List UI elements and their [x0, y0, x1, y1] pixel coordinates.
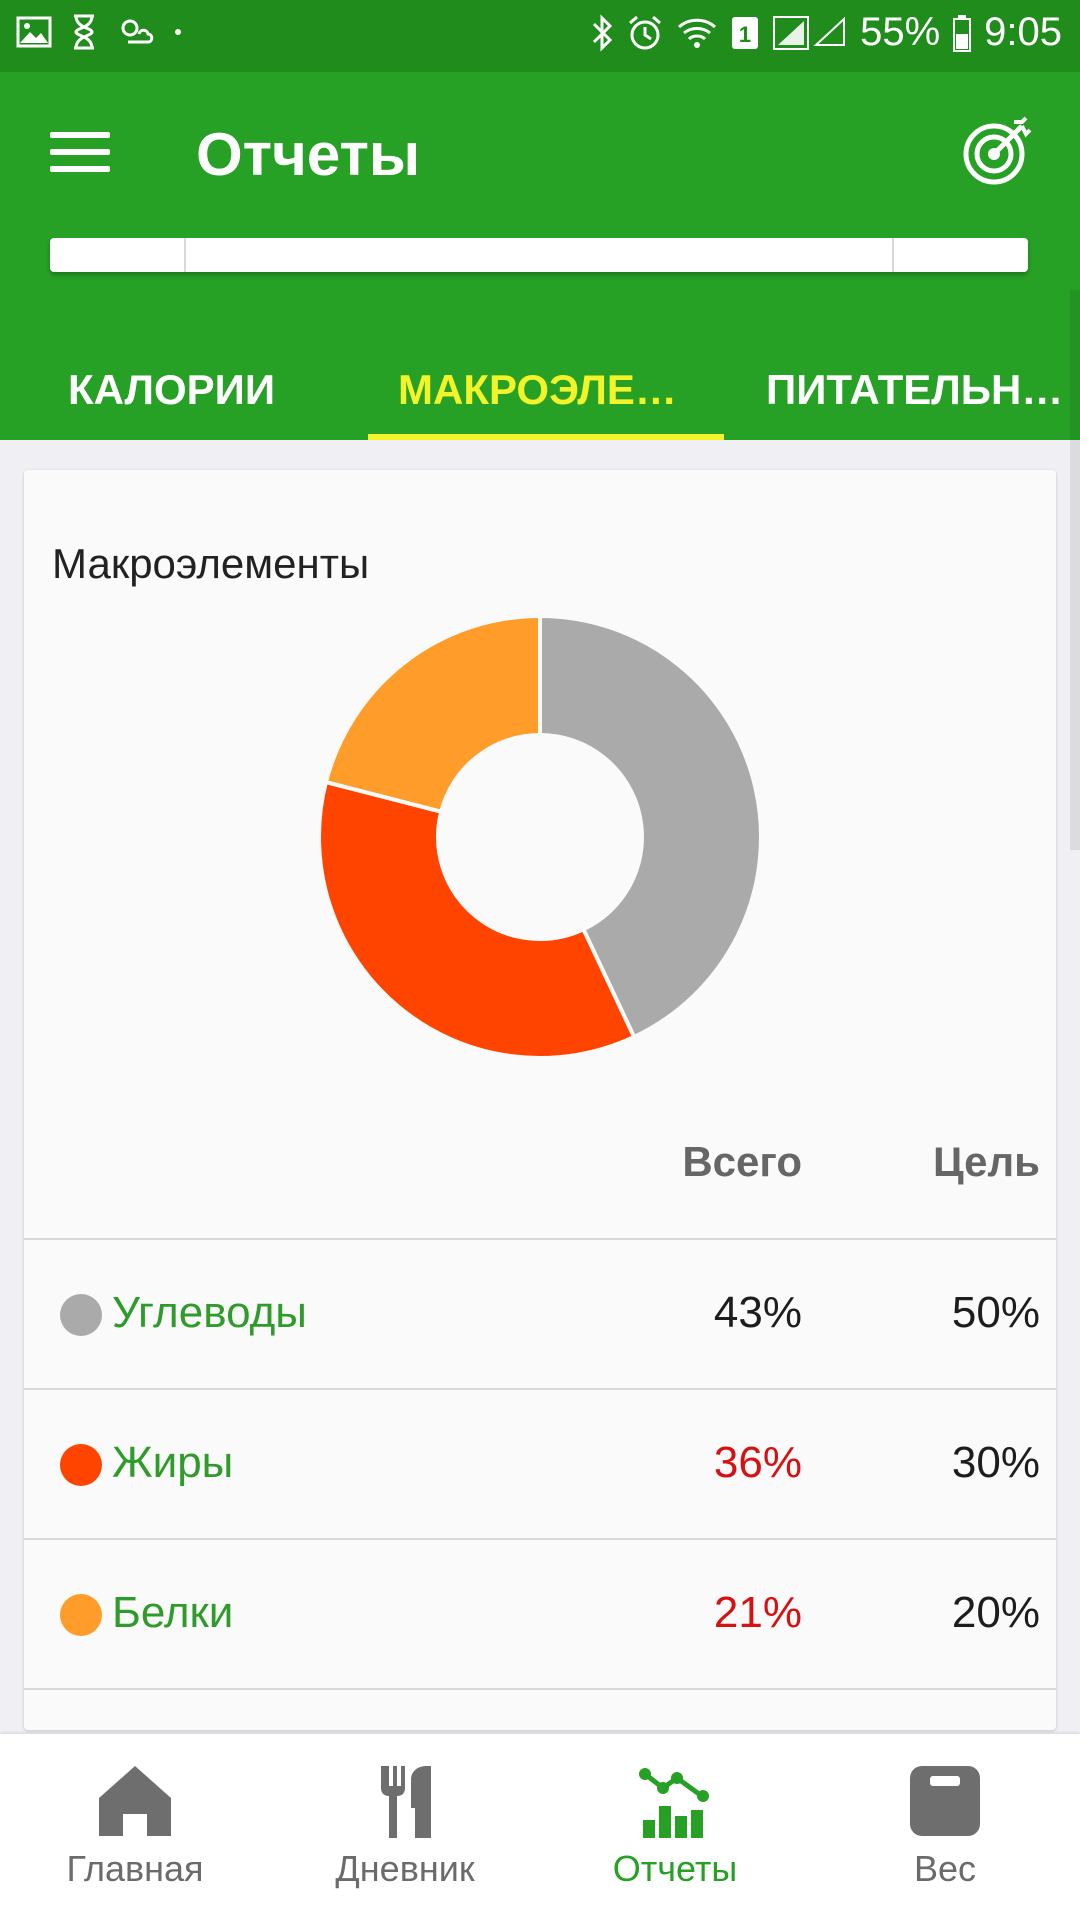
- macro-row-carbs[interactable]: Углеводы 43% 50%: [24, 1238, 1056, 1390]
- fat-color-dot: [60, 1444, 102, 1486]
- fork-knife-icon: [377, 1764, 433, 1845]
- alarm-icon: [626, 14, 664, 52]
- macro-total: 21%: [713, 1588, 802, 1637]
- status-left-icons: [16, 14, 182, 50]
- status-right-icons: 1 55% 9:05: [590, 10, 1062, 55]
- nav-diary-label: Дневник: [335, 1848, 475, 1889]
- nav-diary[interactable]: Дневник: [270, 1734, 540, 1920]
- notification-dot-icon: [174, 28, 182, 36]
- bluetooth-icon: [590, 13, 614, 52]
- nav-weight-label: Вес: [913, 1848, 977, 1889]
- clock-time: 9:05: [984, 10, 1062, 54]
- column-header-goal: Цель: [932, 1138, 1040, 1185]
- nav-reports-label: Отчеты: [612, 1848, 738, 1889]
- wifi-icon: [676, 15, 718, 51]
- date-range-selector[interactable]: [50, 238, 1028, 272]
- tab-macros[interactable]: МАКРОЭЛЕ…: [398, 340, 677, 440]
- macros-card: Макроэлементы Всего Цель Углеводы 43% 50…: [24, 470, 1056, 1730]
- tab-nutrients[interactable]: ПИТАТЕЛЬН…: [766, 340, 1080, 440]
- nav-weight[interactable]: Вес: [810, 1734, 1080, 1920]
- table-row-divider: [24, 1688, 1056, 1730]
- segment-divider: [184, 238, 186, 272]
- nav-home[interactable]: Главная: [0, 1734, 270, 1920]
- app-bar: Отчеты КАЛОРИИ МАКРОЭЛЕ… ПИТАТЕЛЬН…: [0, 72, 1080, 440]
- segment-divider: [892, 238, 894, 272]
- battery-icon: [952, 14, 972, 52]
- macro-label: Белки: [112, 1588, 234, 1637]
- status-bar: 1 55% 9:05: [0, 0, 1080, 72]
- target-icon[interactable]: [960, 116, 1032, 188]
- active-tab-indicator: [368, 434, 724, 440]
- macro-row-fat[interactable]: Жиры 36% 30%: [24, 1388, 1056, 1540]
- sim-badge: 1: [730, 15, 760, 51]
- donut-slice-fat[interactable]: [317, 779, 637, 1060]
- nav-home-label: Главная: [66, 1848, 204, 1889]
- macro-label: Жиры: [112, 1438, 234, 1487]
- battery-percent: 55%: [860, 10, 941, 54]
- protein-color-dot: [60, 1594, 102, 1636]
- scale-icon: [908, 1764, 982, 1843]
- page-title: Отчеты: [196, 121, 421, 188]
- macro-row-protein[interactable]: Белки 21% 20%: [24, 1538, 1056, 1690]
- tab-bar: КАЛОРИИ МАКРОЭЛЕ… ПИТАТЕЛЬН…: [0, 340, 1080, 440]
- macro-total: 36%: [713, 1438, 802, 1487]
- gallery-icon: [16, 16, 52, 48]
- macro-goal: 50%: [951, 1288, 1040, 1337]
- sim-badge-text: 1: [739, 22, 751, 47]
- tab-calories[interactable]: КАЛОРИИ: [68, 340, 275, 440]
- macro-total: 43%: [713, 1288, 802, 1337]
- macro-label: Углеводы: [112, 1288, 307, 1337]
- nav-reports[interactable]: Отчеты: [540, 1734, 810, 1920]
- home-icon: [97, 1764, 173, 1843]
- reports-chart-icon: [637, 1764, 713, 1845]
- scrollbar[interactable]: [1070, 290, 1080, 850]
- weather-icon: [116, 16, 156, 48]
- signal-icon: [772, 15, 848, 51]
- hamburger-menu-icon[interactable]: [50, 132, 110, 182]
- bottom-navigation: Главная Дневник Отчеты Вес: [0, 1734, 1080, 1920]
- macro-goal: 20%: [951, 1588, 1040, 1637]
- carbs-color-dot: [60, 1294, 102, 1336]
- macro-goal: 30%: [951, 1438, 1040, 1487]
- donut-slice-protein[interactable]: [323, 613, 542, 815]
- macros-donut-chart: [317, 613, 763, 1060]
- hourglass-icon: [70, 14, 98, 50]
- column-header-total: Всего: [682, 1138, 802, 1185]
